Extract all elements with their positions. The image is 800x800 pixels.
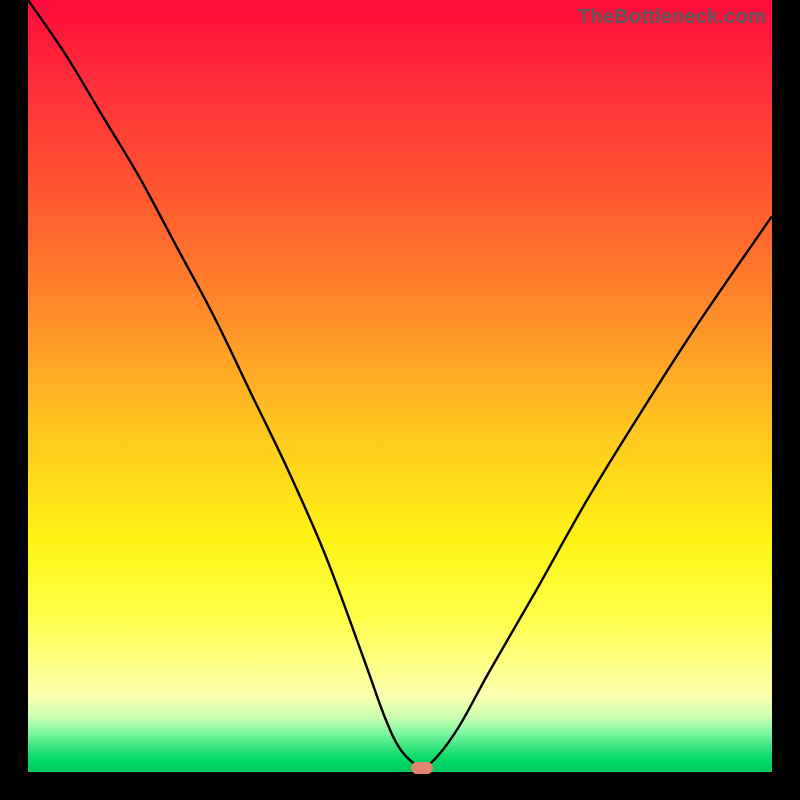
minimum-marker — [411, 762, 433, 774]
curve-path — [28, 0, 772, 769]
watermark-text: TheBottleneck.com — [578, 6, 766, 29]
chart-frame: TheBottleneck.com — [0, 0, 800, 800]
plot-area — [28, 0, 772, 772]
bottleneck-curve — [28, 0, 772, 772]
